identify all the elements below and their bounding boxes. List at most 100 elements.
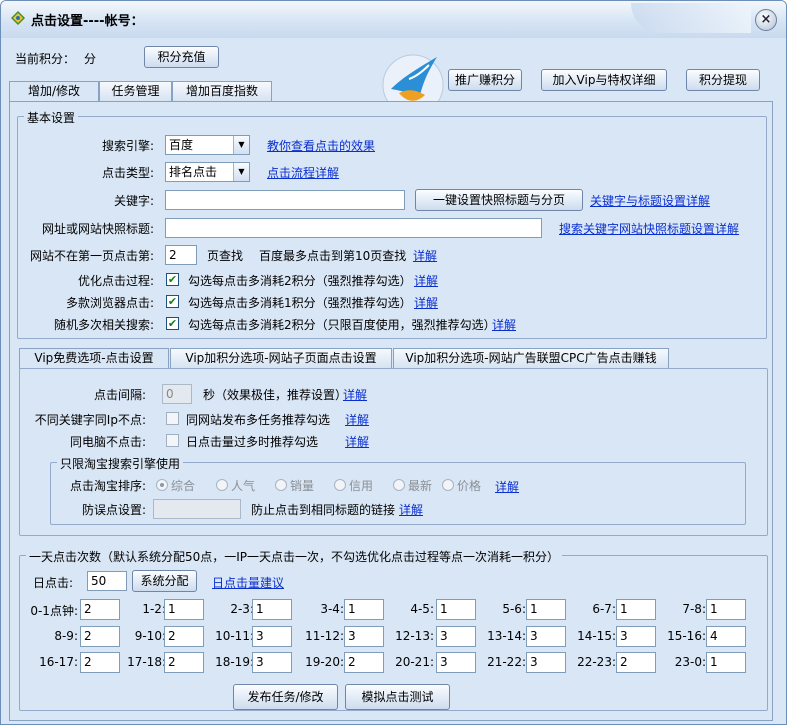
- mis-click-label: 防误点设置:: [81, 503, 146, 517]
- hour-label: 16-17:: [39, 655, 78, 669]
- same-pc-label: 同电脑不点击:: [69, 435, 146, 449]
- sort-radio-popular[interactable]: [216, 479, 228, 491]
- sort-radio-price[interactable]: [442, 479, 454, 491]
- engine-select[interactable]: 百度 ▼: [165, 135, 250, 155]
- browser-checkbox[interactable]: ✔: [166, 295, 179, 308]
- browser-detail-link[interactable]: 详解: [414, 294, 438, 311]
- url-label: 网址或网站快照标题:: [41, 222, 154, 236]
- vip-button[interactable]: 加入Vip与特权详细: [541, 69, 667, 91]
- interval-input[interactable]: 0: [162, 384, 192, 404]
- mis-click-link[interactable]: 详解: [399, 501, 423, 518]
- hour-label: 0-1点钟:: [30, 604, 78, 618]
- click-type-select[interactable]: 排名点击 ▼: [165, 162, 250, 182]
- tab-baidu-index[interactable]: 增加百度指数: [172, 81, 272, 101]
- hour-label: 20-21:: [395, 655, 434, 669]
- page-detail-link[interactable]: 详解: [413, 247, 437, 264]
- tab-vip-free[interactable]: Vip免费选项-点击设置: [19, 348, 169, 369]
- mis-click-text: 防止点击到相同标题的链接: [251, 503, 396, 517]
- sort-radio-newest[interactable]: [393, 479, 405, 491]
- sort-option-general: 综合: [171, 479, 196, 493]
- url-input[interactable]: [165, 218, 542, 238]
- diff-keyword-ip-label: 不同关键字同Ip不点:: [34, 413, 146, 427]
- daily-clicks-title: 一天点击次数（默认系统分配50点，一IP一天点击一次，不勾选优化点击过程等点一次…: [26, 548, 563, 565]
- click-flow-link[interactable]: 点击流程详解: [267, 164, 339, 181]
- hour-label: 1-2:: [142, 602, 166, 616]
- hour-label: 3-4:: [320, 602, 344, 616]
- browser-label: 多款浏览器点击:: [65, 296, 154, 310]
- random-search-checkbox[interactable]: ✔: [166, 317, 179, 330]
- hour-label: 14-15:: [577, 629, 616, 643]
- hour-input[interactable]: 1: [706, 599, 746, 620]
- chevron-down-icon[interactable]: ▼: [233, 163, 249, 181]
- hour-input[interactable]: 1: [706, 652, 746, 673]
- interval-detail-link[interactable]: 详解: [343, 386, 367, 403]
- promote-button[interactable]: 推广赚积分: [448, 69, 522, 91]
- hour-label: 10-11:: [215, 629, 254, 643]
- daily-clicks-input[interactable]: 50: [87, 571, 127, 591]
- click-type-value: 排名点击: [169, 165, 218, 179]
- hour-label: 12-13:: [395, 629, 434, 643]
- interval-label: 点击间隔:: [93, 388, 146, 402]
- optimize-text: 勾选每点击多消耗2积分（强烈推荐勾选）: [188, 274, 412, 288]
- tab-vip-cpc[interactable]: Vip加积分选项-网站广告联盟CPC广告点击赚钱: [393, 348, 669, 368]
- optimize-checkbox[interactable]: ✔: [166, 273, 179, 286]
- hour-label: 6-7:: [592, 602, 616, 616]
- random-search-detail-link[interactable]: 详解: [492, 316, 516, 333]
- keyword-input[interactable]: [165, 190, 405, 210]
- withdraw-button[interactable]: 积分提现: [686, 69, 760, 91]
- sort-radio-credit[interactable]: [334, 479, 346, 491]
- diff-keyword-ip-checkbox[interactable]: [166, 412, 179, 425]
- hour-label: 19-20:: [305, 655, 344, 669]
- title-bar[interactable]: 点击设置----帐号： ×: [1, 1, 786, 38]
- interval-note: 秒（效果极佳，推荐设置）: [203, 388, 348, 402]
- tab-task-manage[interactable]: 任务管理: [99, 81, 172, 101]
- hour-label: 21-22:: [487, 655, 526, 669]
- page-label: 网站不在第一页点击第:: [29, 249, 154, 263]
- click-type-label: 点击类型:: [101, 166, 154, 180]
- same-pc-checkbox[interactable]: [166, 434, 179, 447]
- system-allocate-button[interactable]: 系统分配: [132, 570, 197, 592]
- points-label: 当前积分：: [15, 52, 76, 66]
- taobao-sort-label: 点击淘宝排序:: [69, 479, 146, 493]
- tab-add-modify[interactable]: 增加/修改: [9, 81, 99, 102]
- engine-effect-link[interactable]: 教你查看点击的效果: [267, 137, 375, 154]
- mis-click-input[interactable]: [153, 499, 241, 519]
- hour-label: 23-0:: [674, 655, 706, 669]
- sort-option-credit: 信用: [349, 479, 374, 493]
- snapshot-title-link[interactable]: 搜索关键字网站快照标题设置详解: [559, 220, 739, 237]
- main-content: 当前积分： 分 积分充值 推广赚积分 加入Vip与特权详细 积分提现 增加/修改…: [7, 38, 782, 722]
- simulate-click-button[interactable]: 模拟点击测试: [345, 684, 450, 710]
- diff-keyword-ip-link[interactable]: 详解: [345, 411, 369, 428]
- tab-vip-subpage[interactable]: Vip加积分选项-网站子页面点击设置: [170, 348, 392, 368]
- one-click-setup-button[interactable]: 一键设置快照标题与分页: [415, 189, 583, 211]
- same-pc-link[interactable]: 详解: [345, 433, 369, 450]
- hour-input[interactable]: 4: [706, 626, 746, 647]
- app-logo-icon: [11, 11, 25, 25]
- sort-radio-general[interactable]: [156, 479, 168, 491]
- taobao-sort-link[interactable]: 详解: [495, 478, 519, 495]
- engine-label: 搜索引擎:: [101, 139, 154, 153]
- window-title: 点击设置----帐号：: [31, 14, 144, 29]
- hour-label: 2-3:: [230, 602, 254, 616]
- random-search-text: 勾选每点击多消耗2积分（只限百度使用，强烈推荐勾选）: [188, 318, 496, 332]
- keyword-title-link[interactable]: 关键字与标题设置详解: [590, 192, 710, 209]
- same-pc-text: 日点击量过多时推荐勾选: [186, 435, 319, 449]
- optimize-detail-link[interactable]: 详解: [414, 272, 438, 289]
- title-decoration: [631, 3, 751, 33]
- recharge-button[interactable]: 积分充值: [144, 46, 219, 68]
- random-search-label: 随机多次相关搜索:: [53, 318, 154, 332]
- page-input[interactable]: 2: [165, 245, 197, 265]
- vip-settings-panel: 点击间隔: 0 秒（效果极佳，推荐设置） 详解 不同关键字同Ip不点: 同网站发…: [19, 368, 768, 536]
- basic-settings-group: 基本设置 搜索引擎: 百度 ▼ 教你查看点击的效果 点击类型: 排名点击 ▼ 点…: [17, 109, 767, 339]
- close-button[interactable]: ×: [755, 9, 777, 31]
- hour-label: 18-19:: [215, 655, 254, 669]
- chevron-down-icon[interactable]: ▼: [233, 136, 249, 154]
- dialog-window: 点击设置----帐号： × 当前积分： 分 积分充值 推广赚积分 加入Vip与特…: [0, 0, 787, 725]
- daily-advice-link[interactable]: 日点击量建议: [212, 574, 284, 591]
- publish-task-button[interactable]: 发布任务/修改: [233, 684, 338, 710]
- hour-label: 17-18:: [127, 655, 166, 669]
- sort-option-price: 价格: [457, 479, 482, 493]
- sort-radio-sales[interactable]: [275, 479, 287, 491]
- diff-keyword-ip-text: 同网站发布多任务推荐勾选: [186, 413, 331, 427]
- tab-panel: 基本设置 搜索引擎: 百度 ▼ 教你查看点击的效果 点击类型: 排名点击 ▼ 点…: [9, 101, 773, 721]
